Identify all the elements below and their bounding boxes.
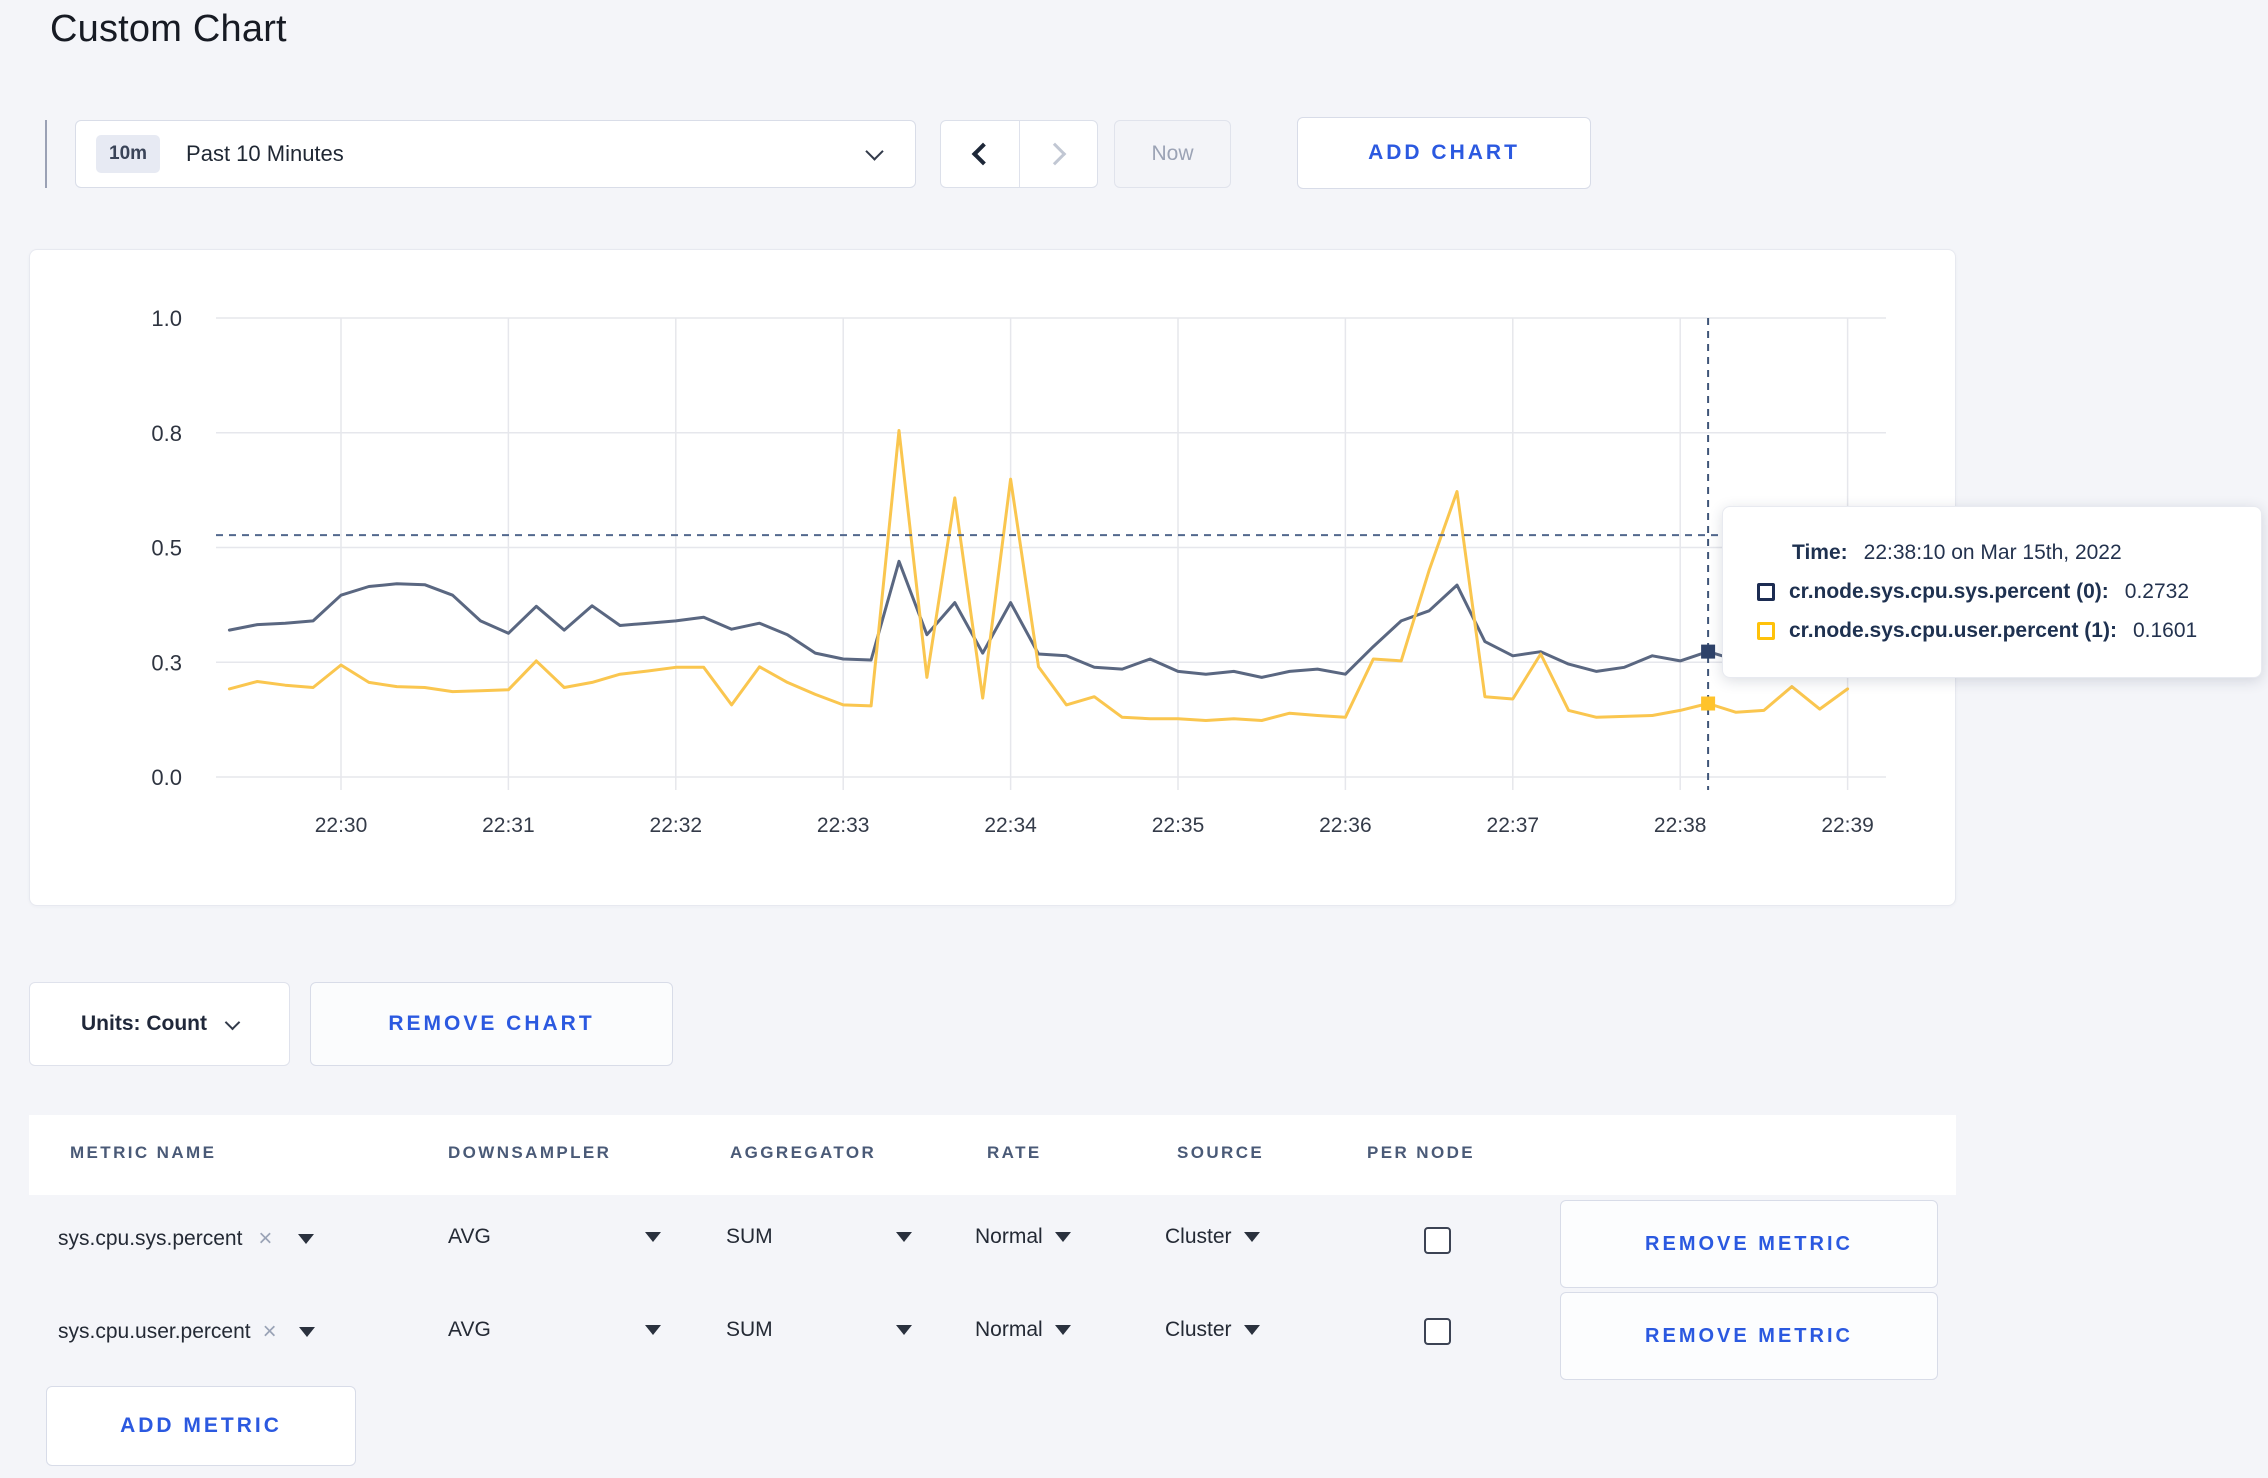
tooltip-series-row: cr.node.sys.cpu.user.percent (1): 0.1601 <box>1757 619 2261 643</box>
per-node-checkbox[interactable] <box>1424 1318 1451 1345</box>
x-tick-label: 22:35 <box>1152 814 1205 837</box>
hover-point-marker <box>1701 696 1716 711</box>
caret-down-icon <box>896 1232 912 1242</box>
caret-down-icon <box>896 1325 912 1335</box>
aggregator-select[interactable]: SUM <box>726 1225 912 1249</box>
col-header-aggregator: AGGREGATOR <box>730 1143 877 1162</box>
rate-select[interactable]: Normal <box>975 1318 1071 1342</box>
add-metric-button[interactable]: ADD METRIC <box>46 1386 356 1466</box>
caret-down-icon <box>1243 1325 1260 1335</box>
y-tick-label: 1.0 <box>151 306 182 331</box>
time-window-label: Past 10 Minutes <box>186 141 344 166</box>
metric-name-select[interactable]: sys.cpu.sys.percent × <box>58 1225 373 1253</box>
x-tick-label: 22:37 <box>1487 814 1540 837</box>
caret-down-icon <box>645 1325 661 1335</box>
x-tick-label: 22:31 <box>482 814 535 837</box>
source-select[interactable]: Cluster <box>1165 1225 1260 1249</box>
units-dropdown[interactable]: Units: Count <box>29 982 290 1066</box>
y-tick-label: 0.0 <box>151 765 182 790</box>
x-tick-label: 22:39 <box>1821 814 1874 837</box>
time-range-dropdown[interactable]: 10m Past 10 Minutes <box>75 120 916 188</box>
rate-select[interactable]: Normal <box>975 1225 1071 1249</box>
tooltip-time-value: 22:38:10 on Mar 15th, 2022 <box>1863 541 2122 564</box>
time-range-divider <box>45 120 47 188</box>
chevron-right-icon <box>1043 142 1067 166</box>
caret-down-icon <box>1243 1232 1260 1242</box>
x-tick-label: 22:30 <box>315 814 368 837</box>
step-forward-button[interactable] <box>1018 121 1098 187</box>
col-header-downsampler: DOWNSAMPLER <box>448 1143 612 1162</box>
clear-metric-icon[interactable]: × <box>263 1318 277 1346</box>
remove-metric-button[interactable]: REMOVE METRIC <box>1560 1292 1938 1380</box>
metric-name-select[interactable]: sys.cpu.user.percent × <box>58 1318 373 1346</box>
downsampler-select[interactable]: AVG <box>448 1225 661 1249</box>
time-window-badge: 10m <box>96 135 161 173</box>
time-step-controls <box>940 120 1098 188</box>
step-back-button[interactable] <box>941 121 1019 187</box>
hover-point-marker <box>1701 644 1716 659</box>
x-tick-label: 22:38 <box>1654 814 1707 837</box>
chevron-down-icon <box>865 142 884 161</box>
x-tick-label: 22:34 <box>984 814 1037 837</box>
y-tick-label: 0.8 <box>151 421 182 446</box>
x-tick-label: 22:36 <box>1319 814 1372 837</box>
caret-down-icon <box>298 1234 315 1244</box>
chevron-down-icon <box>224 1014 241 1030</box>
remove-metric-button[interactable]: REMOVE METRIC <box>1560 1200 1938 1288</box>
y-tick-label: 0.3 <box>151 650 182 675</box>
caret-down-icon <box>1054 1232 1071 1242</box>
add-chart-button[interactable]: ADD CHART <box>1297 117 1591 189</box>
col-header-per-node: PER NODE <box>1367 1143 1475 1162</box>
per-node-checkbox[interactable] <box>1424 1227 1451 1254</box>
downsampler-select[interactable]: AVG <box>448 1318 661 1342</box>
tooltip-time-row: Time: 22:38:10 on Mar 15th, 2022 <box>1757 541 2261 565</box>
x-tick-label: 22:32 <box>650 814 703 837</box>
caret-down-icon <box>1054 1325 1071 1335</box>
cpu-percent-chart[interactable]: 22:30 22:31 22:32 22:33 22:34 22:35 22:36 22:37… <box>30 250 1955 905</box>
chart-tooltip: Time: 22:38:10 on Mar 15th, 2022 cr.node… <box>1722 506 2262 678</box>
tooltip-series-row: cr.node.sys.cpu.sys.percent (0): 0.2732 <box>1757 580 2261 604</box>
col-header-source: SOURCE <box>1177 1143 1265 1162</box>
page-title: Custom Chart <box>50 8 287 50</box>
metric-row: sys.cpu.user.percent × AVG SUM Normal Cl… <box>0 1288 2268 1386</box>
aggregator-select[interactable]: SUM <box>726 1318 912 1342</box>
series-line-user <box>227 429 1850 722</box>
caret-down-icon <box>298 1327 315 1337</box>
col-header-rate: RATE <box>987 1143 1042 1162</box>
clear-metric-icon[interactable]: × <box>258 1225 272 1253</box>
caret-down-icon <box>645 1232 661 1242</box>
metric-row: sys.cpu.sys.percent × AVG SUM Normal Clu… <box>0 1195 2268 1293</box>
source-select[interactable]: Cluster <box>1165 1318 1260 1342</box>
tooltip-time-label: Time: <box>1792 541 1848 564</box>
chart-card: 22:30 22:31 22:32 22:33 22:34 22:35 22:36 22:37… <box>29 249 1956 906</box>
remove-chart-button[interactable]: REMOVE CHART <box>310 982 673 1066</box>
y-tick-label: 0.5 <box>151 536 182 561</box>
x-tick-label: 22:33 <box>817 814 870 837</box>
user-series-swatch-icon <box>1757 622 1775 640</box>
now-button[interactable]: Now <box>1114 120 1231 188</box>
chevron-left-icon <box>971 142 995 166</box>
col-header-metric-name: METRIC NAME <box>70 1143 217 1162</box>
sys-series-swatch-icon <box>1757 583 1775 601</box>
